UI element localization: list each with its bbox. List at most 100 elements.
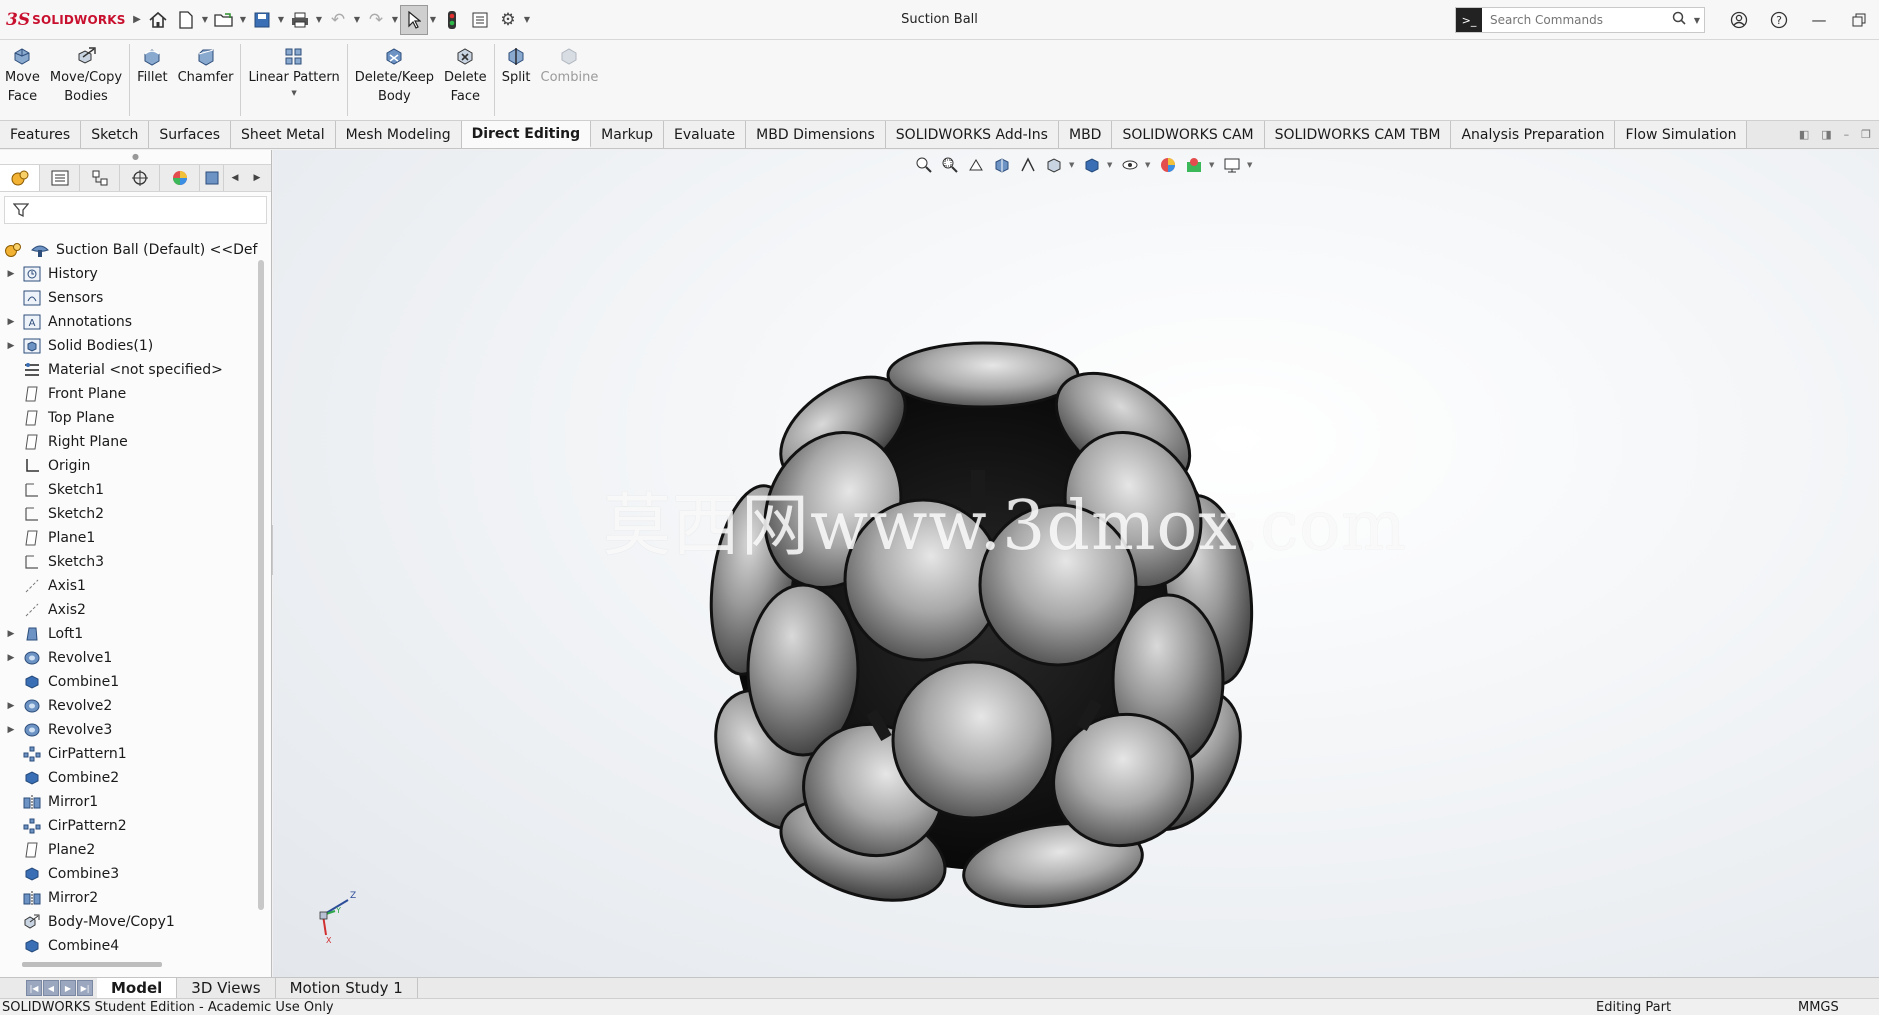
configuration-manager-tab[interactable] — [80, 165, 120, 191]
chevron-down-icon[interactable]: ▼ — [1145, 161, 1153, 169]
suction-ball-model[interactable] — [703, 330, 1263, 910]
tree-item-axis2[interactable]: Axis2 — [0, 598, 258, 622]
view-orientation-icon[interactable] — [1043, 154, 1065, 176]
next-tab-icon[interactable]: ▶ — [60, 980, 76, 996]
graphics-area[interactable]: ▼ ▼ ▼ ▼ ▼ 莫西网www.3dmox.com Z Y X — [273, 150, 1879, 977]
chevron-down-icon[interactable]: ▼ — [1107, 161, 1115, 169]
split-button[interactable]: Split — [497, 40, 536, 120]
tree-item-sketch3[interactable]: Sketch3 — [0, 550, 258, 574]
select-cursor-icon[interactable] — [400, 4, 428, 35]
chevron-down-icon[interactable]: ▼ — [291, 87, 296, 99]
hide-show-items-icon[interactable] — [1119, 154, 1141, 176]
tree-item-revolve1[interactable]: ▶ Revolve1 — [0, 646, 258, 670]
tree-item-revolve2[interactable]: ▶ Revolve2 — [0, 694, 258, 718]
tab-features[interactable]: Features — [0, 121, 82, 148]
tab-analysis-preparation[interactable]: Analysis Preparation — [1451, 121, 1616, 148]
tree-item-plane2[interactable]: Plane2 — [0, 838, 258, 862]
tree-item-sensors[interactable]: Sensors — [0, 286, 258, 310]
panel-left-icon[interactable]: ◧ — [1799, 128, 1809, 141]
chevron-down-icon[interactable]: ▼ — [1069, 161, 1077, 169]
tree-root-part[interactable]: Suction Ball (Default) <<Defa — [0, 238, 258, 262]
rebuild-traffic-light-icon[interactable] — [438, 5, 466, 35]
panel-right-icon[interactable]: ◨ — [1821, 128, 1831, 141]
expand-arrow-icon[interactable]: ▶ — [0, 725, 22, 735]
property-manager-tab[interactable] — [40, 165, 80, 191]
cam-manager-tab[interactable] — [200, 165, 224, 191]
chevron-down-icon[interactable]: ▼ — [428, 15, 438, 24]
tab-direct-editing[interactable]: Direct Editing — [461, 121, 592, 148]
unit-system-status[interactable]: MMGS — [1798, 1000, 1839, 1015]
tree-item-combine2[interactable]: Combine2 — [0, 766, 258, 790]
undo-icon[interactable]: ↶ — [324, 5, 352, 35]
redo-icon[interactable]: ↷ — [362, 5, 390, 35]
chevron-down-icon[interactable]: ▼ — [1690, 16, 1704, 25]
expand-arrow-icon[interactable]: ▶ — [0, 653, 22, 663]
tree-item-revolve3[interactable]: ▶ Revolve3 — [0, 718, 258, 742]
tab-mbd-dimensions[interactable]: MBD Dimensions — [746, 121, 886, 148]
tree-horizontal-scrollbar[interactable] — [22, 962, 162, 967]
search-icon[interactable] — [1668, 11, 1690, 29]
tree-vertical-scrollbar[interactable] — [258, 260, 264, 910]
tree-item-combine4[interactable]: Combine4 — [0, 934, 258, 958]
menu-expand-icon[interactable]: ▶ — [130, 5, 144, 35]
tab-motion-study-1[interactable]: Motion Study 1 — [276, 978, 418, 998]
last-tab-icon[interactable]: ▶| — [77, 980, 93, 996]
chevron-down-icon[interactable]: ▼ — [352, 15, 362, 24]
section-view-icon[interactable] — [991, 154, 1013, 176]
fillet-button[interactable]: Fillet — [132, 40, 172, 120]
open-folder-icon[interactable] — [210, 5, 238, 35]
tree-item-mirror2[interactable]: Mirror2 — [0, 886, 258, 910]
chevron-left-icon[interactable]: ◀ — [224, 173, 246, 183]
search-commands-input[interactable] — [1482, 13, 1668, 27]
chevron-down-icon[interactable]: ▼ — [1209, 161, 1217, 169]
tab-evaluate[interactable]: Evaluate — [664, 121, 747, 148]
expand-arrow-icon[interactable]: ▶ — [0, 317, 22, 327]
edit-appearance-icon[interactable] — [1157, 154, 1179, 176]
tree-item-origin[interactable]: Origin — [0, 454, 258, 478]
tree-item-material[interactable]: Material <not specified> — [0, 358, 258, 382]
tab-solidworks-cam[interactable]: SOLIDWORKS CAM — [1112, 121, 1265, 148]
previous-tab-icon[interactable]: ◀ — [43, 980, 59, 996]
expand-arrow-icon[interactable]: ▶ — [0, 269, 22, 279]
tree-item-axis1[interactable]: Axis1 — [0, 574, 258, 598]
tree-item-annotations[interactable]: ▶ A Annotations — [0, 310, 258, 334]
tree-item-sketch2[interactable]: Sketch2 — [0, 502, 258, 526]
tab-surfaces[interactable]: Surfaces — [149, 121, 232, 148]
help-icon[interactable]: ? — [1759, 6, 1799, 34]
delete-face-button[interactable]: Delete Face — [439, 40, 492, 120]
tree-item-body-move-copy1[interactable]: Body-Move/Copy1 — [0, 910, 258, 934]
restore-window-icon[interactable] — [1839, 6, 1879, 34]
tree-item-cirpattern1[interactable]: CirPattern1 — [0, 742, 258, 766]
tab-model[interactable]: Model — [97, 978, 178, 998]
chevron-down-icon[interactable]: ▼ — [1247, 161, 1255, 169]
tree-filter[interactable] — [4, 196, 267, 224]
expand-arrow-icon[interactable]: ▶ — [0, 341, 22, 351]
save-icon[interactable] — [248, 5, 276, 35]
tab-solidworks-cam-tbm[interactable]: SOLIDWORKS CAM TBM — [1264, 121, 1452, 148]
chevron-down-icon[interactable]: ▼ — [238, 15, 248, 24]
tree-item-sketch1[interactable]: Sketch1 — [0, 478, 258, 502]
tab-markup[interactable]: Markup — [591, 121, 665, 148]
display-style-icon[interactable] — [1081, 154, 1103, 176]
combine-button[interactable]: Combine — [536, 40, 604, 120]
linear-pattern-button[interactable]: Linear Pattern ▼ — [243, 40, 344, 120]
first-tab-icon[interactable]: |◀ — [26, 980, 42, 996]
solidworks-logo[interactable]: 3S SOLIDWORKS — [0, 10, 130, 30]
print-icon[interactable] — [286, 5, 314, 35]
user-account-icon[interactable] — [1719, 6, 1759, 34]
tree-item-front-plane[interactable]: Front Plane — [0, 382, 258, 406]
previous-view-icon[interactable] — [965, 154, 987, 176]
delete-keep-body-button[interactable]: Delete/Keep Body — [350, 40, 439, 120]
move-face-button[interactable]: Move Face — [0, 40, 45, 120]
restore-doc-icon[interactable]: ❐ — [1861, 128, 1871, 141]
expand-arrow-icon[interactable]: ▶ — [0, 629, 22, 639]
tab-3d-views[interactable]: 3D Views — [177, 978, 276, 998]
chevron-right-icon[interactable]: ▶ — [246, 173, 268, 183]
tab-flow-simulation[interactable]: Flow Simulation — [1615, 121, 1748, 148]
tree-item-history[interactable]: ▶ History — [0, 262, 258, 286]
zoom-to-fit-icon[interactable] — [913, 154, 935, 176]
chevron-down-icon[interactable]: ▼ — [276, 15, 286, 24]
tab-sheet-metal[interactable]: Sheet Metal — [231, 121, 336, 148]
tree-item-mirror1[interactable]: Mirror1 — [0, 790, 258, 814]
panel-grip[interactable]: ● — [0, 150, 271, 164]
